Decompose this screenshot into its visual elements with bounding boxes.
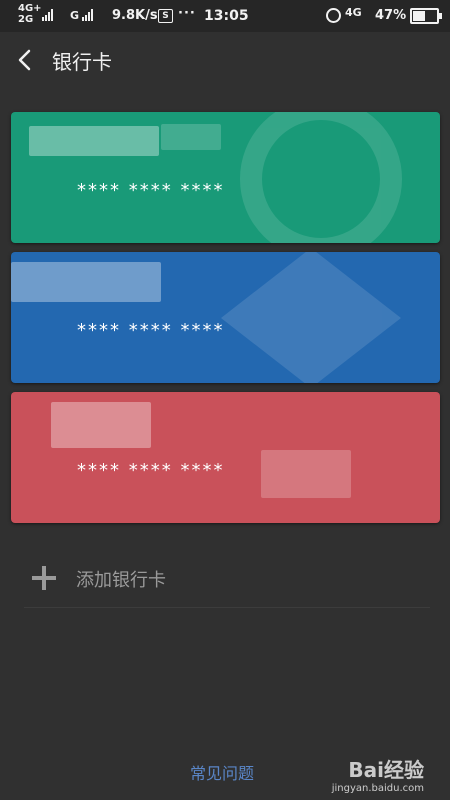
plus-icon	[32, 566, 56, 590]
card-logo-blurred	[261, 450, 351, 498]
card-number-masked: **** **** ****	[77, 320, 225, 341]
network-type: 4G+ 2G	[18, 3, 42, 25]
bank-logo-watermark-icon	[240, 112, 402, 243]
bank-card-1[interactable]: **** **** ****	[11, 112, 440, 243]
card-number-masked: **** **** ****	[77, 460, 225, 481]
baidu-jingyan-watermark: Bai经验 jingyan.baidu.com	[332, 754, 424, 794]
add-bank-card-button[interactable]: 添加银行卡	[24, 550, 430, 608]
battery-percent: 47%	[375, 8, 407, 23]
bank-logo-watermark-icon	[221, 252, 401, 383]
network-g-label: G	[70, 9, 80, 22]
watermark-logo: Bai经验	[348, 758, 424, 782]
signal-icon	[42, 9, 53, 21]
network-speed: 9.8K/s	[112, 8, 158, 23]
card-number-masked: **** **** ****	[77, 180, 225, 201]
bank-name-blurred	[51, 402, 151, 448]
signal-icon-2	[82, 9, 93, 21]
network-right-label: 4G	[345, 6, 362, 19]
app-header: 银行卡	[0, 32, 450, 90]
watermark-url: jingyan.baidu.com	[331, 783, 424, 794]
clock: 13:05	[204, 8, 249, 24]
more-notifications-icon: ···	[178, 6, 196, 21]
back-button[interactable]	[12, 46, 40, 74]
faq-link[interactable]: 常见问题	[190, 760, 254, 784]
add-bank-card-label: 添加银行卡	[76, 570, 166, 591]
network-top-label: 4G+	[18, 3, 42, 14]
bank-card-3[interactable]: **** **** ****	[11, 392, 440, 523]
alarm-icon	[326, 8, 341, 23]
s-app-icon: S	[158, 9, 173, 23]
network-bottom-label: 2G	[18, 14, 34, 25]
bank-name-blurred	[29, 126, 159, 156]
chevron-left-icon	[18, 49, 31, 71]
battery-icon	[410, 8, 442, 24]
bank-name-blurred	[11, 262, 161, 302]
status-bar: 4G+ 2G G 9.8K/s S ··· 13:05 4G 47%	[0, 0, 450, 32]
card-type-blurred	[161, 124, 221, 150]
bank-card-2[interactable]: **** **** ****	[11, 252, 440, 383]
page-title: 银行卡	[52, 50, 112, 74]
